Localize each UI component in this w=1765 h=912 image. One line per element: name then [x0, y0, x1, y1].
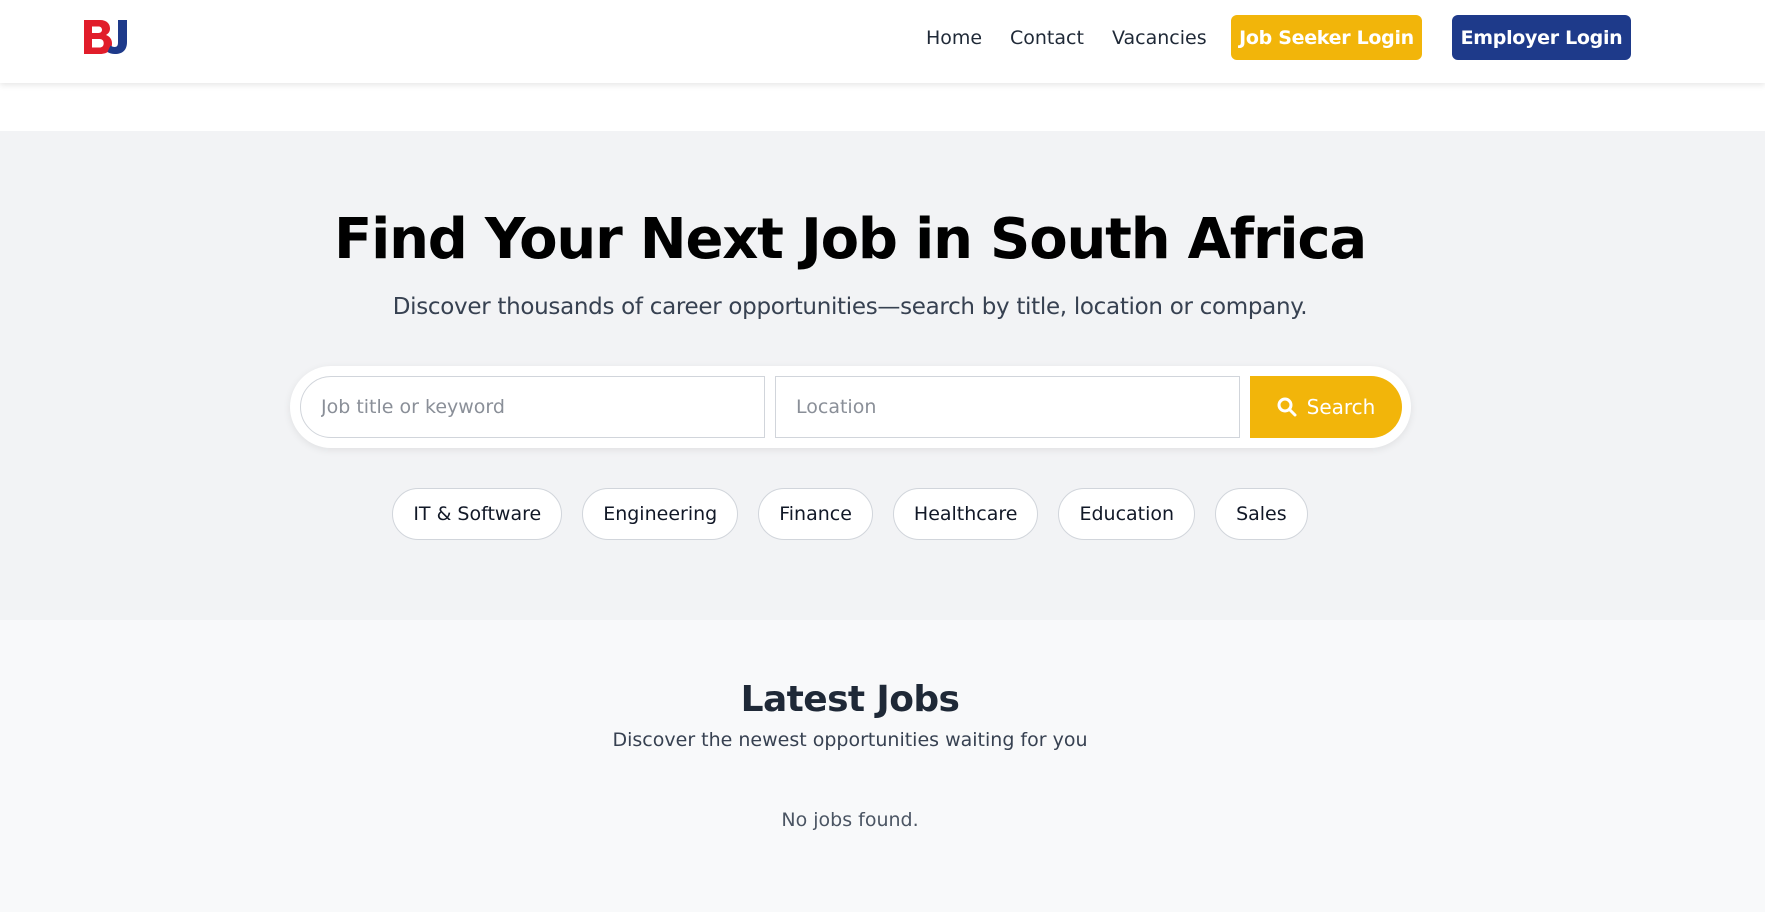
search-icon	[1277, 397, 1297, 417]
category-chip-engineering[interactable]: Engineering	[582, 488, 739, 540]
nav-vacancies-link[interactable]: Vacancies	[1112, 27, 1207, 49]
nav-contact-link[interactable]: Contact	[1010, 27, 1084, 49]
search-button-label: Search	[1306, 395, 1376, 419]
hero-subtitle: Discover thousands of career opportuniti…	[392, 294, 1308, 320]
location-search-input[interactable]	[775, 376, 1240, 438]
hero-title: Find Your Next Job in South Africa	[334, 207, 1367, 272]
bj-logo-icon	[84, 20, 127, 54]
category-chips: IT & Software Engineering Finance Health…	[0, 488, 1700, 540]
site-header: Home Contact Vacancies Job Seeker Login …	[0, 0, 1765, 83]
category-chip-sales[interactable]: Sales	[1215, 488, 1308, 540]
nav-home-link[interactable]: Home	[926, 27, 982, 49]
job-seeker-login-button[interactable]: Job Seeker Login	[1231, 15, 1422, 60]
search-button[interactable]: Search	[1250, 376, 1402, 438]
latest-jobs-subtitle: Discover the newest opportunities waitin…	[612, 729, 1088, 751]
latest-jobs-section	[0, 620, 1765, 912]
latest-jobs-title: Latest Jobs	[740, 679, 960, 720]
category-chip-healthcare[interactable]: Healthcare	[892, 488, 1039, 540]
category-chip-education[interactable]: Education	[1058, 488, 1196, 540]
site-logo[interactable]	[84, 20, 132, 54]
no-jobs-message: No jobs found.	[781, 809, 919, 831]
employer-login-button[interactable]: Employer Login	[1452, 15, 1631, 60]
keyword-search-input[interactable]	[300, 376, 765, 438]
job-search-bar: Search	[290, 366, 1411, 448]
category-chip-finance[interactable]: Finance	[758, 488, 873, 540]
category-chip-it-software[interactable]: IT & Software	[392, 488, 563, 540]
